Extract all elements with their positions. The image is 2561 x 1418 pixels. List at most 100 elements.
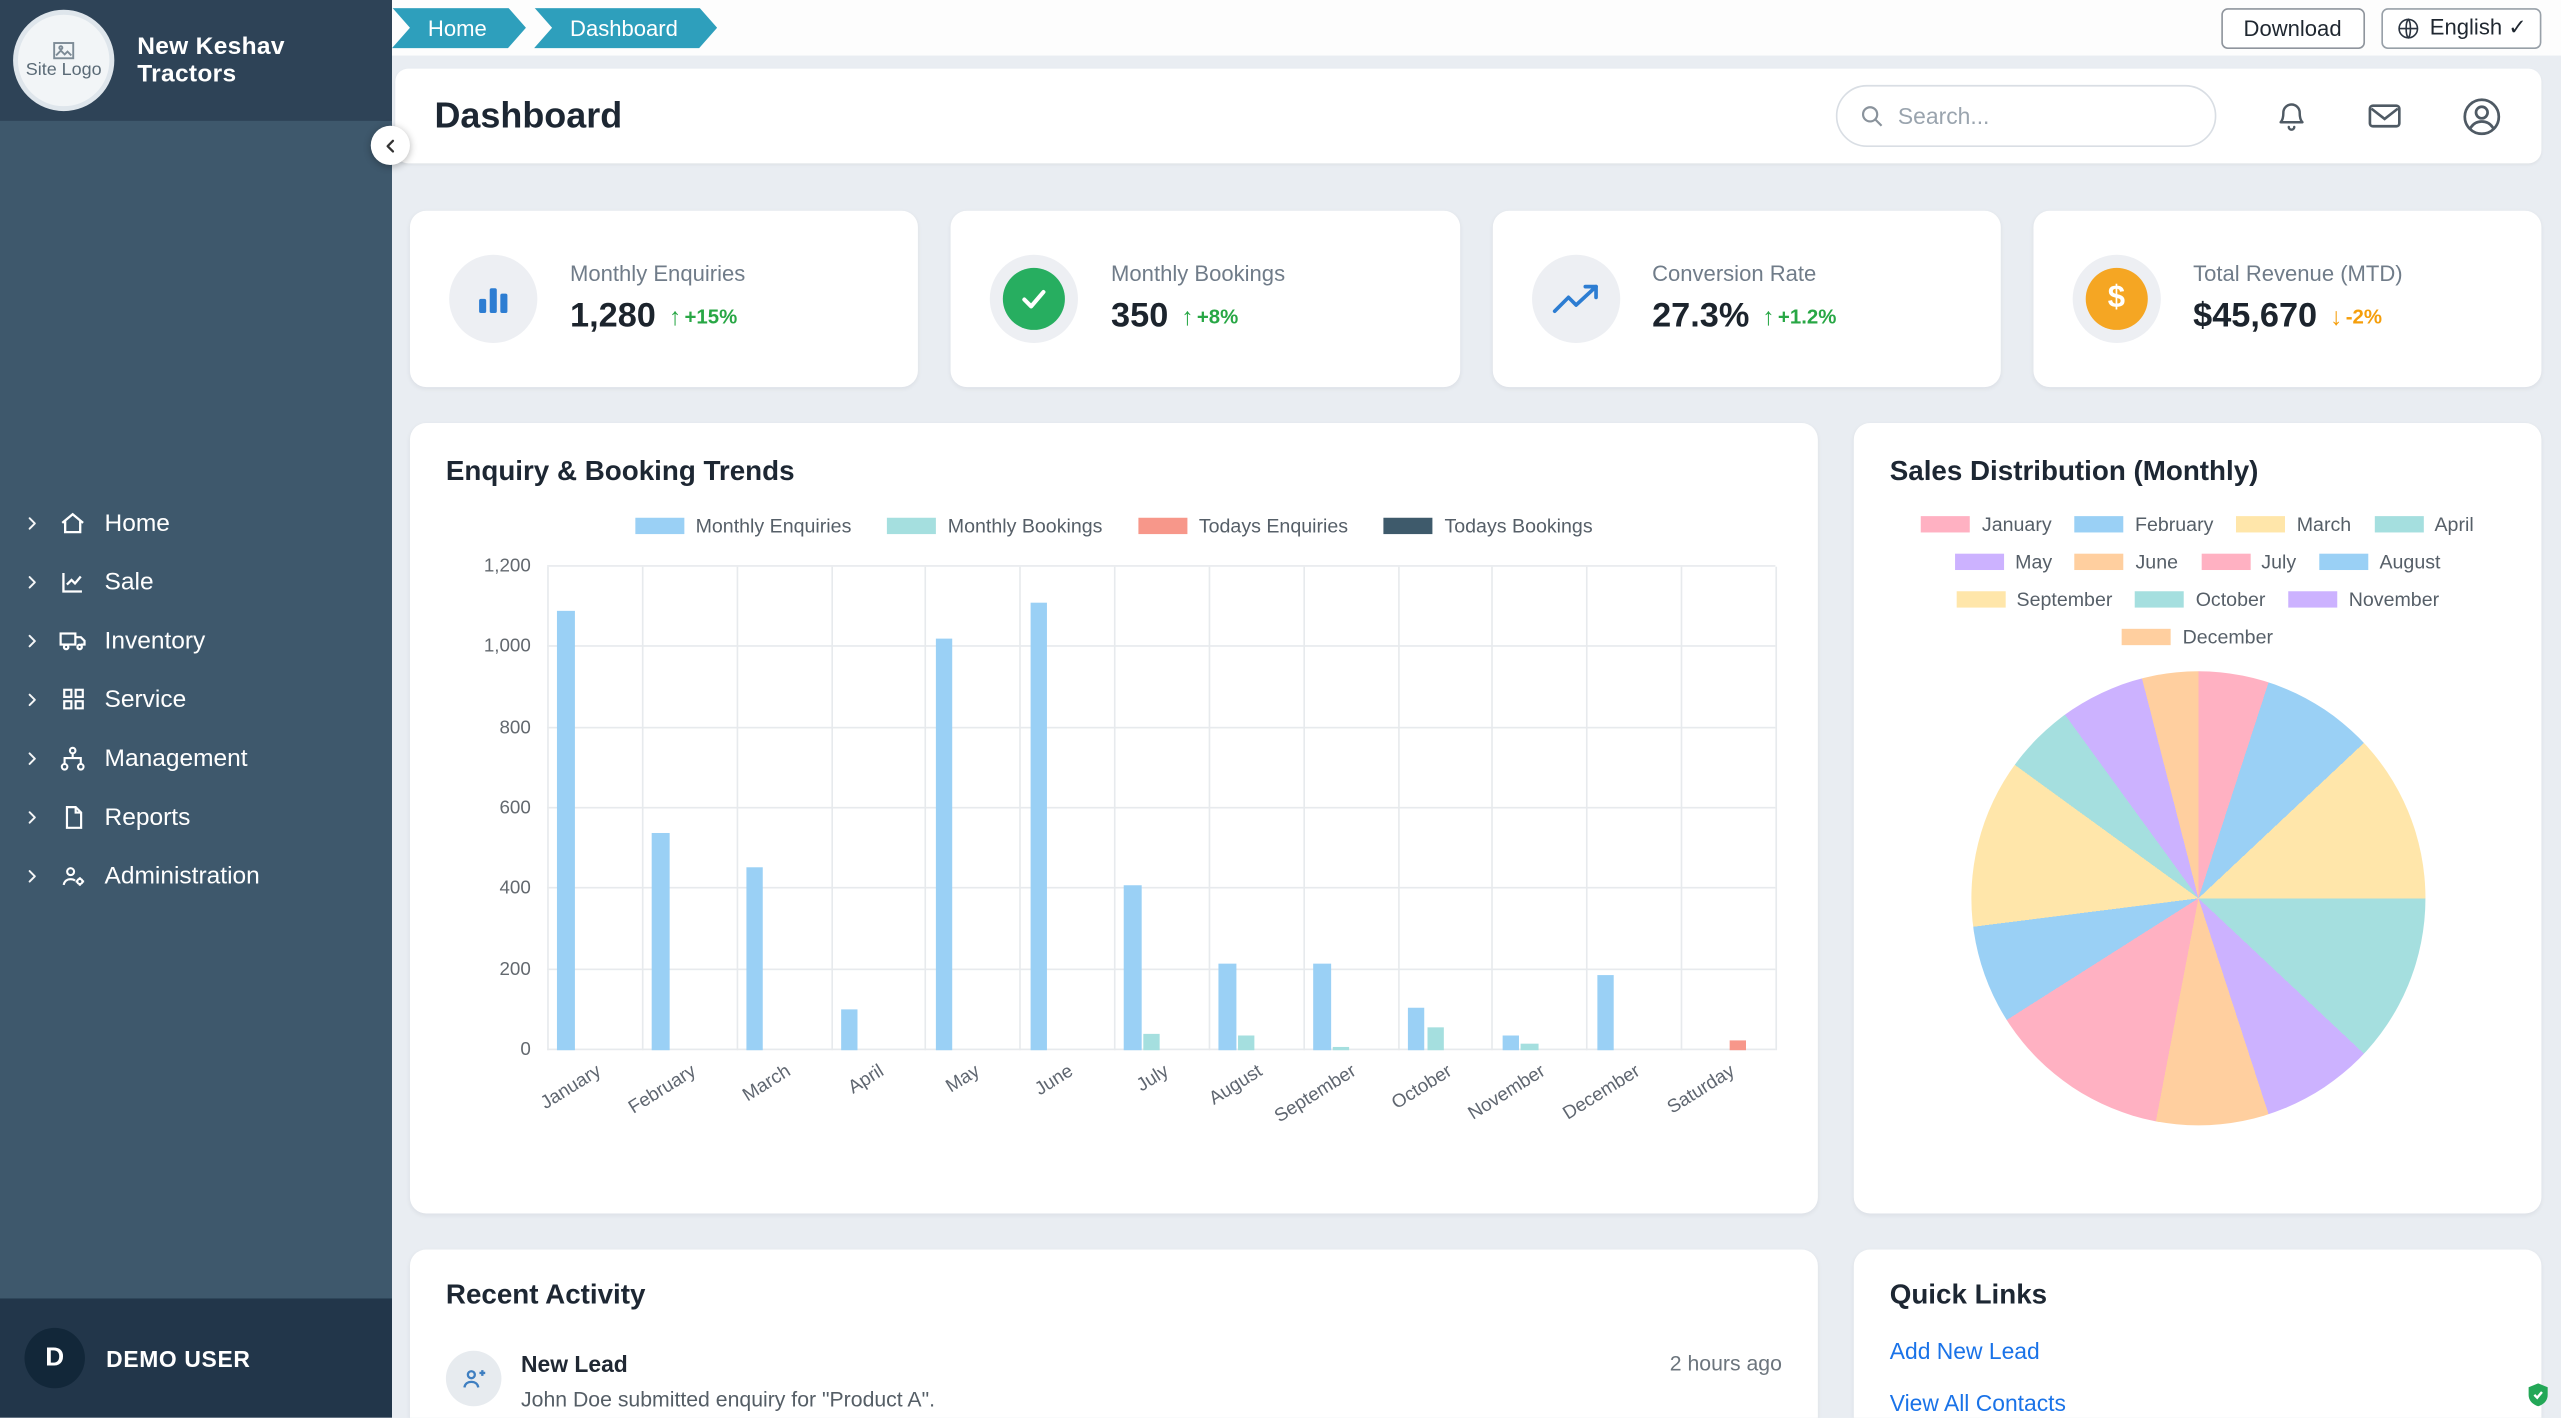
stat-change: +15% — [684, 305, 737, 328]
pie-chart-legend: January February March April May June July Augu… — [1910, 513, 2485, 649]
sidebar-item-reports[interactable]: Reports — [0, 787, 392, 846]
trend-indicator: -2% — [2330, 303, 2382, 331]
app-window: Site Logo New Keshav Tractors Home Sale … — [0, 0, 2561, 1418]
bar-monthly-enquiries-november — [1502, 1036, 1519, 1050]
stat-value: 27.3% +1.2% — [1652, 297, 1836, 336]
chevron-right-icon — [23, 808, 41, 826]
globe-icon — [2395, 16, 2419, 40]
legend-item[interactable]: June — [2075, 550, 2178, 573]
download-button[interactable]: Download — [2221, 7, 2365, 48]
bar-monthly-bookings-november — [1521, 1044, 1538, 1050]
site-logo-text: Site Logo — [26, 60, 102, 81]
bar-monthly-bookings-july — [1143, 1034, 1160, 1050]
legend-item[interactable]: January — [1922, 513, 2052, 536]
legend-swatch — [1955, 554, 2004, 570]
stat-label: Total Revenue (MTD) — [2193, 261, 2403, 285]
sidebar-item-label: Service — [105, 685, 187, 713]
pie-chart — [1971, 671, 2425, 1125]
legend-item[interactable]: December — [2122, 626, 2273, 649]
legend-item[interactable]: Todays Bookings — [1384, 514, 1593, 537]
quick-links-card: Quick Links Add New Lead View All Contac… — [1854, 1249, 2542, 1417]
bar-monthly-enquiries-january — [558, 611, 575, 1050]
search-box — [1836, 85, 2217, 147]
broken-image-icon — [52, 40, 75, 60]
stat-card-monthly-bookings: Monthly Bookings 350 +8% — [951, 211, 1459, 387]
sidebar-item-label: Home — [105, 509, 170, 537]
sidebar: Site Logo New Keshav Tractors Home Sale … — [0, 0, 392, 1418]
header-actions — [1836, 85, 2502, 147]
add-new-lead-link[interactable]: Add New Lead — [1890, 1338, 2506, 1364]
legend-item[interactable]: Todays Enquiries — [1138, 514, 1348, 537]
search-input[interactable] — [1898, 103, 2194, 129]
chevron-right-icon — [23, 690, 41, 708]
breadcrumb-dashboard[interactable]: Dashboard — [534, 7, 717, 48]
stat-label: Conversion Rate — [1652, 261, 1836, 285]
topbar-right: Download English ✓ — [2221, 7, 2542, 48]
legend-item[interactable]: April — [2374, 513, 2474, 536]
sidebar-user[interactable]: D DEMO USER — [0, 1298, 392, 1417]
trend-indicator: +1.2% — [1762, 303, 1836, 331]
bar-monthly-enquiries-august — [1219, 964, 1236, 1051]
profile-button[interactable] — [2461, 96, 2502, 137]
sidebar-item-label: Inventory — [105, 626, 206, 654]
sidebar-item-label: Management — [105, 744, 248, 772]
sidebar-item-administration[interactable]: Administration — [0, 846, 392, 905]
legend-item[interactable]: Monthly Bookings — [887, 514, 1102, 537]
activity-title: New Lead — [521, 1351, 935, 1377]
trending-up-icon — [1531, 255, 1619, 343]
y-axis-tick: 1,000 — [484, 638, 531, 658]
legend-swatch — [1138, 518, 1187, 534]
stat-label: Monthly Bookings — [1111, 261, 1285, 285]
main-content: Home Dashboard Download English ✓ Dashbo… — [392, 0, 2561, 1418]
view-all-contacts-link[interactable]: View All Contacts — [1890, 1390, 2506, 1416]
chevron-right-icon — [23, 749, 41, 767]
legend-item[interactable]: October — [2135, 588, 2265, 611]
legend-item[interactable]: November — [2288, 588, 2439, 611]
sidebar-collapse-button[interactable] — [371, 126, 410, 165]
legend-item[interactable]: Monthly Enquiries — [635, 514, 851, 537]
legend-swatch — [2135, 591, 2184, 607]
stat-card-total-revenue: Total Revenue (MTD) $45,670 -2% — [2033, 211, 2541, 387]
mail-icon — [2367, 101, 2403, 130]
bar-monthly-enquiries-march — [746, 867, 763, 1050]
activity-item: New Lead John Doe submitted enquiry for … — [446, 1351, 1782, 1411]
sidebar-item-home[interactable]: Home — [0, 493, 392, 552]
bar-monthly-enquiries-october — [1408, 1008, 1425, 1050]
trends-chart-card: Enquiry & Booking Trends Monthly Enquiri… — [410, 423, 1818, 1214]
sales-distribution-card: Sales Distribution (Monthly) JanuaryFebr… — [1854, 423, 2542, 1214]
legend-item[interactable]: February — [2075, 513, 2214, 536]
page-title: Dashboard — [434, 95, 622, 137]
bar-chart-legend: Monthly Enquiries Monthly Bookings Todays … — [446, 514, 1782, 537]
bar-monthly-enquiries-december — [1597, 976, 1614, 1051]
bar-monthly-enquiries-june — [1030, 603, 1047, 1050]
legend-item[interactable]: March — [2236, 513, 2351, 536]
bar-monthly-bookings-september — [1332, 1046, 1349, 1050]
legend-swatch — [1956, 591, 2005, 607]
stat-value: $45,670 -2% — [2193, 297, 2403, 336]
y-axis-tick: 800 — [499, 718, 530, 738]
legend-item[interactable]: May — [1955, 550, 2052, 573]
language-select[interactable]: English ✓ — [2381, 7, 2542, 48]
legend-item[interactable]: September — [1956, 588, 2112, 611]
breadcrumb-home[interactable]: Home — [392, 7, 526, 48]
notifications-button[interactable] — [2275, 99, 2308, 133]
legend-item[interactable]: July — [2201, 550, 2296, 573]
bar-monthly-bookings-october — [1427, 1028, 1444, 1050]
legend-item[interactable]: August — [2319, 550, 2440, 573]
truck-icon — [57, 626, 88, 655]
sidebar-item-inventory[interactable]: Inventory — [0, 611, 392, 670]
stat-change: +8% — [1197, 305, 1238, 328]
sidebar-item-sale[interactable]: Sale — [0, 552, 392, 611]
trend-up-icon — [1181, 303, 1193, 331]
legend-swatch — [1384, 518, 1433, 534]
legend-swatch — [2374, 516, 2423, 532]
sidebar-item-management[interactable]: Management — [0, 728, 392, 787]
y-axis-tick: 1,200 — [484, 557, 531, 577]
shield-overlay-icon[interactable] — [2527, 1382, 2550, 1408]
y-axis-tick: 200 — [499, 960, 530, 980]
legend-swatch — [2201, 554, 2250, 570]
trend-up-icon — [1762, 303, 1774, 331]
messages-button[interactable] — [2367, 101, 2403, 130]
stat-value: 350 +8% — [1111, 297, 1285, 336]
sidebar-item-service[interactable]: Service — [0, 670, 392, 729]
